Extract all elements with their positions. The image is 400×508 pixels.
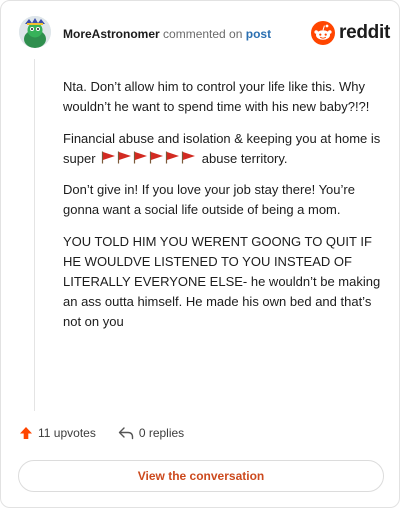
- red-flag-icon: [118, 151, 132, 164]
- upvote-button[interactable]: 11 upvotes: [19, 426, 96, 440]
- comment-paragraph-3: Don’t give in! If you love your job stay…: [63, 182, 355, 217]
- reddit-logo[interactable]: reddit: [311, 21, 390, 45]
- red-flag-icon: [166, 151, 180, 164]
- red-flag-icon: [134, 151, 148, 164]
- reply-arrow-icon: [118, 427, 134, 440]
- red-flag-icon: [182, 151, 196, 164]
- view-conversation-button[interactable]: View the conversation: [18, 460, 384, 492]
- post-link[interactable]: post: [246, 27, 271, 41]
- reddit-logo-icon: [311, 21, 335, 45]
- avatar-icon: [19, 16, 51, 48]
- red-flag-emoji-group: [101, 151, 196, 164]
- reply-button[interactable]: 0 replies: [118, 426, 184, 440]
- comment-actions: 11 upvotes 0 replies: [19, 426, 184, 440]
- red-flag-icon: [102, 151, 116, 164]
- user-avatar[interactable]: [19, 16, 51, 48]
- view-conversation-label: View the conversation: [137, 469, 265, 483]
- red-flag-icon: [150, 151, 164, 164]
- reply-count: 0 replies: [138, 426, 185, 440]
- comment-paragraph-1: Nta. Don’t allow him to control your lif…: [63, 79, 370, 114]
- upvote-count: 11 upvotes: [38, 426, 96, 440]
- comment-body: Nta. Don’t allow him to control your lif…: [63, 77, 381, 344]
- comment-paragraph-2: Financial abuse and isolation & keeping …: [63, 129, 381, 169]
- comment-card: MoreAstronomer commented on post reddit …: [0, 0, 400, 508]
- reddit-wordmark: reddit: [339, 22, 390, 43]
- action-text: commented on: [163, 27, 243, 41]
- username-link[interactable]: MoreAstronomer: [63, 27, 160, 41]
- paragraph-2-text-after: abuse territory.: [201, 151, 288, 166]
- thread-line: [34, 59, 35, 411]
- comment-header: MoreAstronomer commented on post: [63, 26, 271, 42]
- upvote-arrow-icon: [20, 427, 32, 439]
- comment-paragraph-4: YOU TOLD HIM YOU WERENT GOONG TO QUIT IF…: [63, 234, 381, 329]
